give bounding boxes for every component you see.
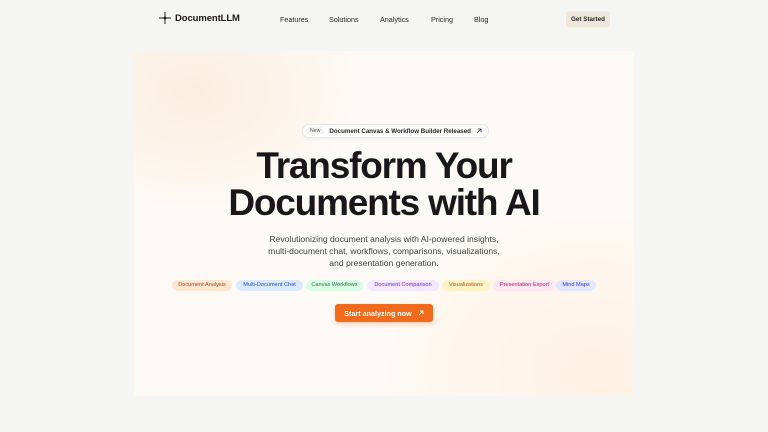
- feature-tag: Presentation Export: [493, 280, 556, 291]
- nav-link-solutions[interactable]: Solutions: [329, 15, 359, 24]
- start-analyzing-button[interactable]: Start analyzing now: [335, 304, 433, 322]
- hero-headline: Transform Your Documents with AI: [134, 147, 634, 221]
- nav-link-features[interactable]: Features: [280, 15, 308, 24]
- arrow-up-right-icon: [476, 128, 482, 134]
- feature-tag: Canvas Workflows: [306, 280, 363, 291]
- top-nav: DocumentLLM Features Solutions Analytics…: [0, 0, 768, 38]
- cta-label: Start analyzing now: [344, 308, 412, 318]
- arrow-up-right-icon: [418, 310, 424, 316]
- new-badge: New: [306, 127, 325, 135]
- hero-section: New Document Canvas & Workflow Builder R…: [134, 51, 634, 396]
- feature-tag: Mind Maps: [556, 280, 596, 291]
- announcement-pill[interactable]: New Document Canvas & Workflow Builder R…: [302, 124, 489, 138]
- get-started-button[interactable]: Get Started: [566, 11, 610, 27]
- nav-link-analytics[interactable]: Analytics: [380, 15, 409, 24]
- nav-link-blog[interactable]: Blog: [474, 15, 488, 24]
- hero-subtitle: Revolutionizing document analysis with A…: [268, 234, 500, 268]
- feature-tag: Visualizations: [442, 280, 490, 291]
- feature-tag: Document Comparison: [367, 280, 439, 291]
- headline-line-1: Transform Your: [256, 145, 512, 186]
- feature-tag: Multi-Document Chat: [236, 280, 303, 291]
- headline-line-2: Documents with AI: [228, 182, 540, 223]
- announcement-text: Document Canvas & Workflow Builder Relea…: [329, 127, 471, 135]
- nav-link-pricing[interactable]: Pricing: [431, 15, 453, 24]
- feature-tags: Document Analysis Multi-Document Chat Ca…: [172, 280, 596, 292]
- nav-links: Features Solutions Analytics Pricing Blo…: [0, 15, 768, 25]
- feature-tag: Document Analysis: [172, 280, 232, 291]
